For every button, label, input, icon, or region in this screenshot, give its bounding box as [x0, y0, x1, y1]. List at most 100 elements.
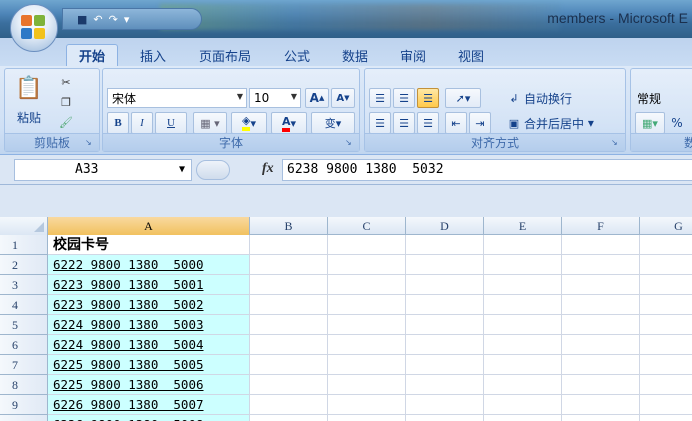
align-right-icon[interactable]: ☰	[417, 112, 439, 134]
format-painter-icon[interactable]: 🖌	[55, 113, 77, 131]
font-size-value: 10	[254, 91, 270, 105]
merge-center-icon[interactable]: ▣	[505, 112, 523, 134]
font-color-letter: A	[281, 115, 291, 132]
table-cell[interactable]: 6225 9800 1380 5006	[48, 375, 250, 395]
row-header[interactable]: 2	[0, 255, 48, 275]
number-group-label: 数	[631, 133, 692, 151]
bold-button[interactable]: B	[107, 112, 129, 134]
chevron-down-icon: ▼	[236, 92, 243, 101]
increase-indent-icon[interactable]: ⇥	[469, 112, 491, 134]
customize-qat-icon[interactable]: ▾	[124, 13, 130, 26]
fill-color-icon[interactable]: ◈ ▾	[231, 112, 267, 134]
row-header[interactable]: 9	[0, 395, 48, 415]
save-icon[interactable]: ■	[77, 13, 87, 26]
gridline	[250, 334, 692, 335]
accounting-format-icon[interactable]: ▦▾	[635, 112, 665, 134]
column-header-e[interactable]: E	[484, 217, 562, 235]
font-launcher-icon[interactable]: ↘	[345, 138, 355, 148]
select-all-corner[interactable]	[0, 217, 48, 235]
row-header[interactable]: 10	[0, 415, 48, 421]
wrap-text-button[interactable]: 自动换行	[523, 88, 593, 108]
italic-button[interactable]: I	[131, 112, 153, 134]
ribbon-tabs: 开始 插入 页面布局 公式 数据 审阅 视图	[0, 38, 692, 66]
tab-page-layout[interactable]: 页面布局	[186, 44, 264, 66]
merge-center-button[interactable]: 合并后居中 ▾	[523, 112, 613, 134]
alignment-group: ☰ ☰ ☰ ➚▾ ↲ 自动换行 ☰ ☰ ☰ ⇤ ⇥ ▣ 合并后居中 ▾ 对齐方式…	[364, 68, 626, 152]
alignment-group-label: 对齐方式	[365, 133, 625, 151]
chevron-down-icon: ▼	[290, 92, 297, 101]
formula-bar-expand-circle[interactable]	[196, 160, 230, 180]
underline-button[interactable]: U	[155, 112, 187, 134]
font-size-combo[interactable]: 10 ▼	[249, 88, 301, 108]
redo-icon[interactable]: ↷	[109, 13, 118, 26]
grow-font-button[interactable]: A ▲	[305, 88, 329, 108]
clipboard-launcher-icon[interactable]: ↘	[85, 138, 95, 148]
tab-home[interactable]: 开始	[66, 44, 118, 66]
font-name-value: 宋体	[112, 91, 137, 106]
row-header[interactable]: 3	[0, 275, 48, 295]
gridline	[250, 374, 692, 375]
column-header-f[interactable]: F	[562, 217, 640, 235]
copy-icon[interactable]: ❐	[55, 93, 77, 111]
borders-icon[interactable]: ▦ ▾	[193, 112, 227, 134]
formula-bar-gap	[0, 185, 692, 217]
table-cell[interactable]: 6224 9800 1380 5004	[48, 335, 250, 355]
table-cell[interactable]: 6223 9800 1380 5001	[48, 275, 250, 295]
font-color-button[interactable]: A ▾	[271, 112, 307, 134]
alignment-launcher-icon[interactable]: ↘	[611, 138, 621, 148]
insert-function-icon[interactable]: fx	[262, 161, 274, 177]
tab-view[interactable]: 视图	[446, 44, 496, 66]
tab-review[interactable]: 审阅	[388, 44, 438, 66]
align-bottom-icon[interactable]: ☰	[417, 88, 439, 108]
table-cell[interactable]: 6222 9800 1380 5000	[48, 255, 250, 275]
tab-data[interactable]: 数据	[330, 44, 380, 66]
quick-access-toolbar: ■ ↶ ↷ ▾	[62, 8, 202, 30]
align-middle-icon[interactable]: ☰	[393, 88, 415, 108]
align-center-icon[interactable]: ☰	[393, 112, 415, 134]
table-cell[interactable]: 6226 9800 1380 5007	[48, 395, 250, 415]
tab-insert[interactable]: 插入	[128, 44, 178, 66]
row-header[interactable]: 8	[0, 375, 48, 395]
formula-input[interactable]: 6238 9800 1380 5032	[282, 159, 692, 181]
office-button[interactable]	[10, 4, 58, 52]
table-cell[interactable]: 6223 9800 1380 5002	[48, 295, 250, 315]
window-title: members - Microsoft E	[547, 10, 688, 26]
percent-button[interactable]: %	[667, 112, 687, 134]
orientation-icon[interactable]: ➚▾	[445, 88, 481, 108]
wrap-text-icon[interactable]: ↲	[505, 88, 523, 108]
align-left-icon[interactable]: ☰	[369, 112, 391, 134]
column-header-g[interactable]: G	[640, 217, 692, 235]
row-header[interactable]: 7	[0, 355, 48, 375]
cut-icon[interactable]: ✂	[55, 73, 77, 91]
undo-icon[interactable]: ↶	[93, 13, 102, 26]
column-header-b[interactable]: B	[250, 217, 328, 235]
align-top-icon[interactable]: ☰	[369, 88, 391, 108]
number-group: 常规 ▦▾ % 数	[630, 68, 692, 152]
table-cell[interactable]: 6226 9800 1380 5008	[48, 415, 250, 421]
decrease-indent-icon[interactable]: ⇤	[445, 112, 467, 134]
table-cell[interactable]: 6224 9800 1380 5003	[48, 315, 250, 335]
header-cell[interactable]: 校园卡号	[48, 235, 250, 255]
tab-formulas[interactable]: 公式	[272, 44, 322, 66]
number-format-combo[interactable]: 常规	[633, 88, 692, 108]
table-cell[interactable]: 6225 9800 1380 5005	[48, 355, 250, 375]
phonetic-label: 变	[324, 117, 336, 130]
name-box[interactable]: A33 ▼	[14, 159, 192, 181]
column-header-a[interactable]: A	[48, 217, 250, 235]
column-header-c[interactable]: C	[328, 217, 406, 235]
column-header-d[interactable]: D	[406, 217, 484, 235]
font-name-combo[interactable]: 宋体 ▼	[107, 88, 247, 108]
gridline	[250, 254, 692, 255]
shrink-font-button[interactable]: A ▼	[331, 88, 355, 108]
row-header[interactable]: 6	[0, 335, 48, 355]
ribbon: 📋 粘贴 ✂ ❐ 🖌 剪贴板 ↘ 宋体 ▼ 10 ▼ A ▲ A ▼ B I U ▦…	[0, 66, 692, 155]
phonetic-button[interactable]: 变 ▾	[311, 112, 355, 134]
chevron-down-icon[interactable]: ▼	[179, 160, 185, 180]
worksheet-grid[interactable]: A B C D E F G 1 校园卡号 2 6222 9800 1380 5000 3…	[0, 217, 692, 421]
row-header[interactable]: 4	[0, 295, 48, 315]
paste-button[interactable]: 粘贴	[9, 109, 49, 125]
row-header[interactable]: 5	[0, 315, 48, 335]
row-header[interactable]: 1	[0, 235, 48, 255]
paste-icon[interactable]: 📋	[15, 73, 43, 103]
title-bar: ■ ↶ ↷ ▾ members - Microsoft E	[0, 0, 692, 38]
